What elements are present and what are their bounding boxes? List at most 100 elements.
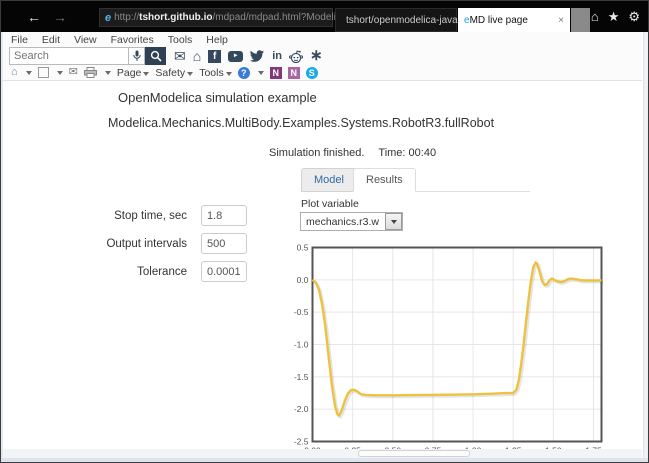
ie-page-icon: e xyxy=(105,12,111,24)
home-page-button[interactable]: ⌂ xyxy=(11,67,18,78)
safety-menu-button[interactable]: Safety xyxy=(155,67,193,79)
tab-close-icon[interactable]: × xyxy=(558,15,564,26)
twitter-icon[interactable] xyxy=(250,50,265,62)
feeds-dropdown-icon[interactable] xyxy=(57,71,63,75)
select-dropdown-button[interactable] xyxy=(385,213,402,230)
menu-file[interactable]: File xyxy=(11,34,28,46)
home-icon: ⌂ xyxy=(591,9,599,24)
window-frame-right xyxy=(643,32,648,462)
safety-menu-label: Safety xyxy=(155,67,185,79)
svg-text:-2.5: -2.5 xyxy=(294,437,309,447)
simulation-finished-text: Simulation finished. xyxy=(269,147,364,159)
mail-icon[interactable]: ✉ xyxy=(174,49,186,63)
svg-text:0.5: 0.5 xyxy=(297,243,309,253)
stop-time-label: Stop time, sec xyxy=(61,210,187,222)
url-prefix: http:// xyxy=(114,12,139,23)
search-button[interactable] xyxy=(145,47,166,65)
tab-md-live-page[interactable]: e MD live page × xyxy=(458,8,570,32)
search-button-icon xyxy=(150,50,162,62)
forward-icon: → xyxy=(53,9,67,25)
onenote-linked-icon: N xyxy=(290,68,297,78)
menu-edit[interactable]: Edit xyxy=(42,34,60,46)
output-intervals-input[interactable] xyxy=(201,233,247,254)
yelp-icon[interactable]: ∗ xyxy=(310,50,323,62)
model-path: Modelica.Mechanics.MultiBody.Examples.Sy… xyxy=(108,116,494,130)
simulation-time-text: Time: 00:40 xyxy=(378,147,436,159)
help-dropdown-icon[interactable] xyxy=(258,71,264,75)
menu-view[interactable]: View xyxy=(74,34,97,46)
tab-results-label: Results xyxy=(366,174,403,186)
svg-text:-0.5: -0.5 xyxy=(294,307,309,317)
window-frame-left xyxy=(1,32,3,462)
home-button[interactable]: ⌂ xyxy=(591,9,599,25)
search-input[interactable] xyxy=(9,47,129,65)
plot-chart: 0.000.250.500.751.001.251.501.750.50.0-0… xyxy=(283,241,613,459)
linkedin-icon[interactable]: in xyxy=(272,50,282,62)
output-intervals-label: Output intervals xyxy=(61,238,187,250)
help-button[interactable]: ? xyxy=(238,67,250,79)
youtube-icon[interactable]: ► xyxy=(228,51,243,62)
horizontal-scrollbar-thumb[interactable] xyxy=(358,450,470,457)
page-menu-label: Page xyxy=(117,67,142,79)
print-dropdown-icon[interactable] xyxy=(105,71,111,75)
onenote-icon: N xyxy=(272,68,279,78)
tab-model-label: Model xyxy=(314,174,344,186)
social-links: ✉ ⌂ f ► in ∗ xyxy=(174,49,323,63)
feeds-button[interactable] xyxy=(38,67,49,78)
tolerance-input[interactable] xyxy=(201,261,247,282)
plot-variable-selected: mechanics.r3.w xyxy=(301,216,385,228)
microphone-button[interactable] xyxy=(129,47,145,65)
onenote-linked-notes-button[interactable]: N xyxy=(288,67,300,79)
new-tab-button[interactable] xyxy=(571,8,590,32)
skype-icon: S xyxy=(309,68,315,78)
favorites-button[interactable]: ★ xyxy=(608,9,620,25)
menu-help[interactable]: Help xyxy=(206,34,228,46)
microphone-icon xyxy=(133,50,141,62)
skype-button[interactable]: S xyxy=(306,67,318,79)
command-bar: ⌂ ✉ Page Safety Tools ? N N S xyxy=(3,65,642,81)
read-mail-button[interactable]: ✉ xyxy=(69,67,78,78)
tab-github-label: tshort/openmodelica-javas... xyxy=(346,15,471,26)
settings-button[interactable]: ⚙ xyxy=(628,9,640,25)
forward-button[interactable]: → xyxy=(53,10,67,24)
svg-text:-2.0: -2.0 xyxy=(294,404,309,414)
svg-text:-1.5: -1.5 xyxy=(294,372,309,382)
plot-variable-label: Plot variable xyxy=(301,198,359,210)
menu-bar: File Edit View Favorites Tools Help xyxy=(3,32,642,47)
simulation-status: Simulation finished. Time: 00:40 xyxy=(269,147,436,159)
svg-text:-1.0: -1.0 xyxy=(294,340,309,350)
tab-github[interactable]: tshort/openmodelica-javas... xyxy=(335,8,457,32)
chevron-down-icon xyxy=(391,220,397,224)
menu-tools[interactable]: Tools xyxy=(168,34,193,46)
reddit-icon[interactable] xyxy=(289,50,303,63)
svg-text:0.0: 0.0 xyxy=(297,275,309,285)
menu-favorites[interactable]: Favorites xyxy=(111,34,154,46)
search-toolbar: ✉ ⌂ f ► in ∗ xyxy=(3,47,642,65)
back-button[interactable]: ← xyxy=(27,10,41,24)
plot-variable-select[interactable]: mechanics.r3.w xyxy=(300,212,403,231)
home-dropdown-icon[interactable] xyxy=(26,71,32,75)
chrome-right-buttons: ⌂ ★ ⚙ xyxy=(591,9,640,25)
browser-chrome: ← → e http://tshort.github.io/mdpad/mdpa… xyxy=(1,1,648,32)
page-menu-button[interactable]: Page xyxy=(117,67,150,79)
url-host: tshort.github.io xyxy=(139,12,212,23)
home-page-icon: ⌂ xyxy=(11,66,18,78)
tools-menu-button[interactable]: Tools xyxy=(199,67,232,79)
facebook-icon[interactable]: f xyxy=(208,50,221,63)
tolerance-label: Tolerance xyxy=(61,266,187,278)
print-icon[interactable] xyxy=(84,67,97,78)
star-icon: ★ xyxy=(608,9,620,24)
gear-icon: ⚙ xyxy=(628,9,640,24)
horizontal-scrollbar[interactable] xyxy=(3,449,642,458)
url-path: /mdpad/mdpad.html?Modelica. xyxy=(212,12,349,23)
onenote-button[interactable]: N xyxy=(270,67,282,79)
tab-results[interactable]: Results xyxy=(353,168,416,192)
back-icon: ← xyxy=(27,9,41,25)
browser-window: ← → e http://tshort.github.io/mdpad/mdpa… xyxy=(0,0,649,463)
address-bar[interactable]: e http://tshort.github.io/mdpad/mdpad.ht… xyxy=(99,8,333,27)
page-title: OpenModelica simulation example xyxy=(118,90,317,105)
home-link-icon[interactable]: ⌂ xyxy=(193,49,201,63)
stop-time-input[interactable] xyxy=(201,205,247,226)
read-mail-icon: ✉ xyxy=(69,66,78,78)
tab-model[interactable]: Model xyxy=(301,168,357,192)
